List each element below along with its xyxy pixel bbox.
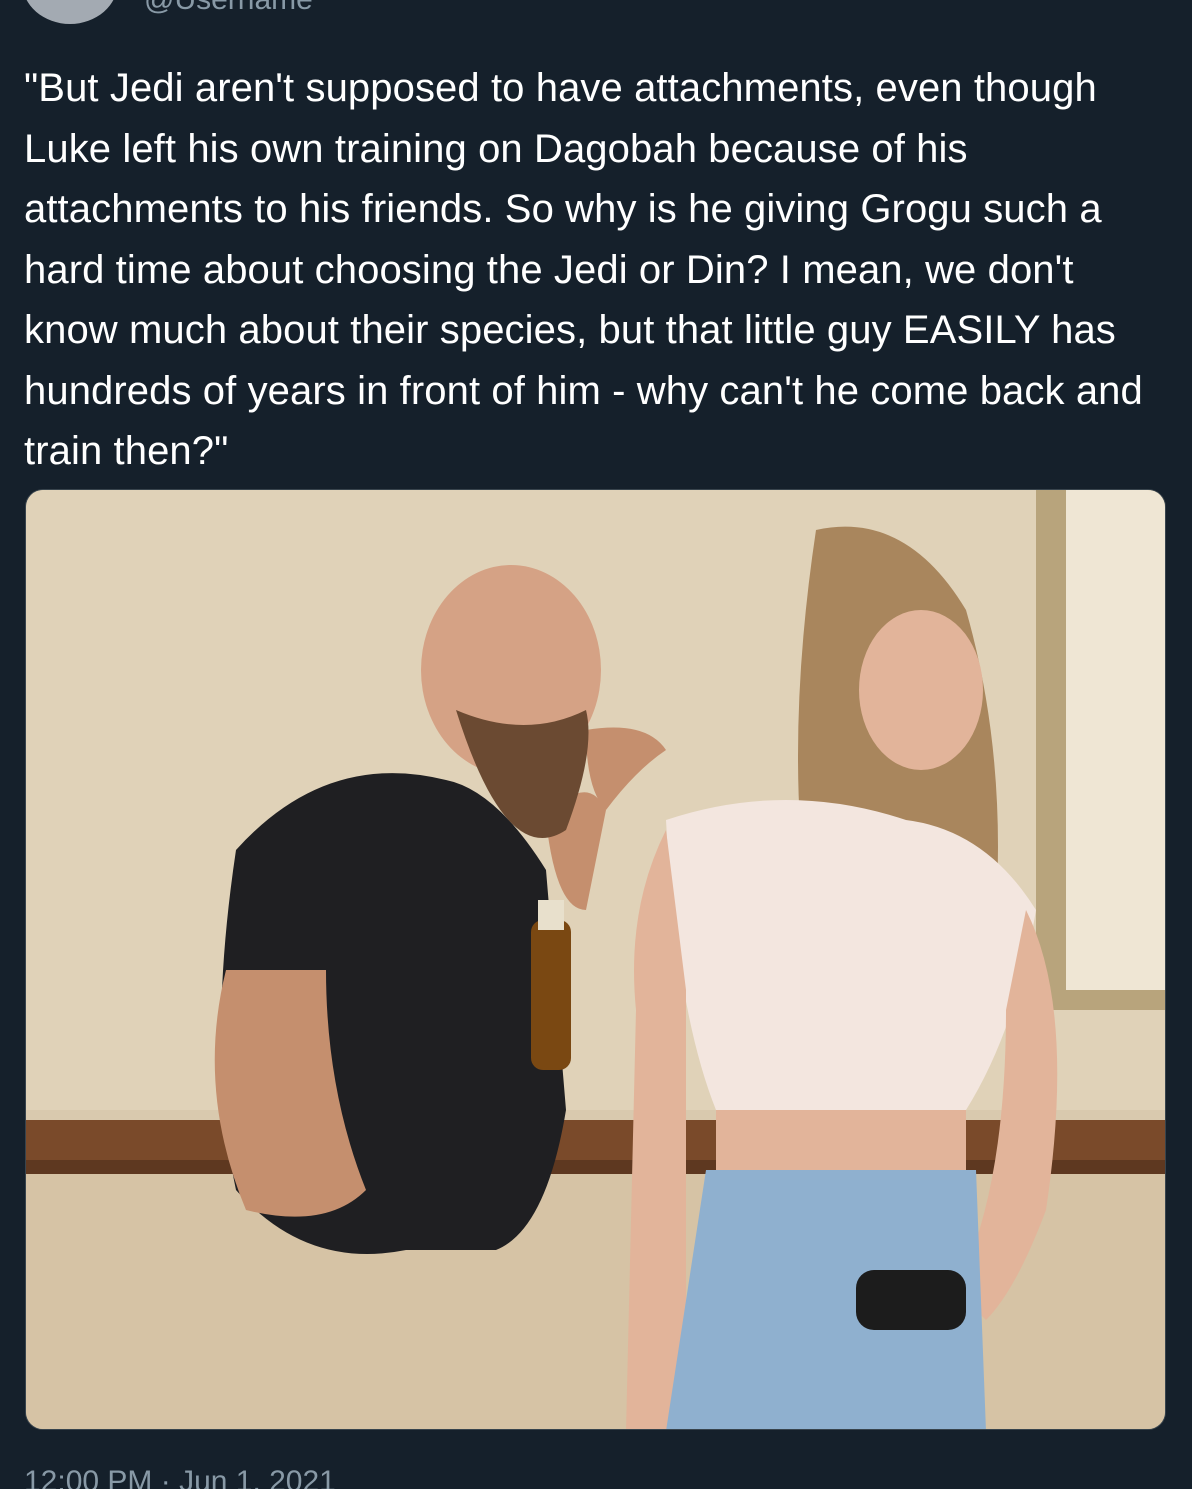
author-handle[interactable]: @Username [144,0,313,18]
photo-illustration [26,490,1165,1429]
tweet-card: @Username "But Jedi aren't supposed to h… [0,0,1192,1489]
tweet-timestamp[interactable]: 12:00 PM · Jun 1, 2021 [24,1464,336,1489]
tweet-photo[interactable] [25,489,1166,1430]
tweet-text: "But Jedi aren't supposed to have attach… [24,66,1143,473]
avatar[interactable] [22,0,118,24]
